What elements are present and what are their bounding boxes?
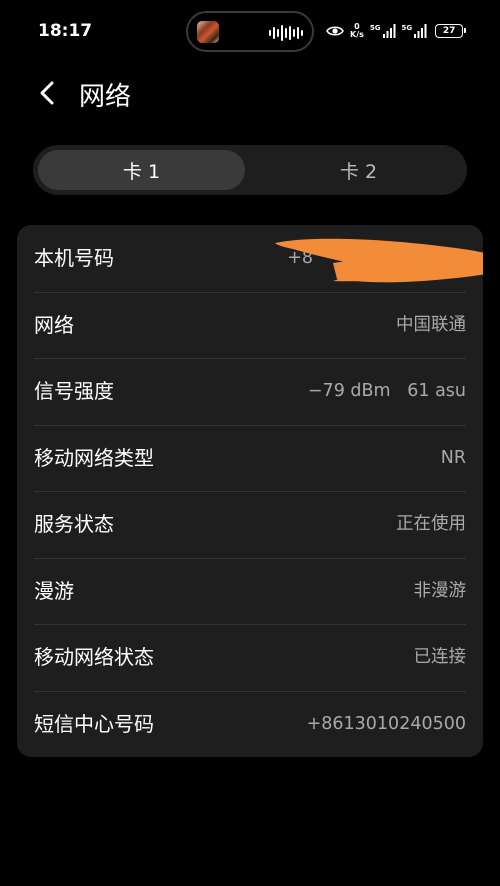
- sim-tab-switcher: 卡 1 卡 2: [33, 145, 467, 195]
- network-info-screen: 18:17 0 K/s 5G 5G 27 网络 卡 1 卡 2 本机号码 +8 …: [0, 0, 500, 886]
- data-connection-label: 移动网络状态: [34, 645, 154, 669]
- network-speed: 0 K/s: [350, 23, 364, 39]
- network-operator-row: 网络 中国联通: [17, 291, 483, 359]
- roaming-value: 非漫游: [413, 580, 467, 601]
- battery-icon: 27: [435, 24, 467, 38]
- signal-strength-value: −79 dBm 61 asu: [307, 381, 466, 401]
- signal-bars-icon: [414, 24, 427, 38]
- tab-sim-1[interactable]: 卡 1: [38, 150, 245, 190]
- sim2-network-type: 5G: [401, 24, 413, 32]
- sim1-network-type: 5G: [369, 24, 381, 32]
- data-connection-row: 移动网络状态 已连接: [17, 624, 483, 691]
- tab-sim-2[interactable]: 卡 2: [255, 150, 462, 190]
- status-icons: 0 K/s 5G 5G 27: [326, 21, 467, 41]
- audio-waveform-icon: [269, 25, 303, 41]
- service-state-value: 正在使用: [396, 514, 466, 534]
- data-connection-value: 已连接: [413, 647, 467, 667]
- phone-number-label: 本机号码: [34, 246, 114, 270]
- network-info-card: 本机号码 +8 网络 中国联通 信号强度 −79 dBm 61 asu 移动网络…: [17, 225, 483, 757]
- service-state-row: 服务状态 正在使用: [17, 491, 483, 558]
- page-title: 网络: [79, 82, 132, 112]
- roaming-row: 漫游 非漫游: [17, 557, 483, 625]
- redaction-scribble: [275, 238, 483, 283]
- dynamic-island-media[interactable]: [186, 11, 314, 52]
- signal-strength-label: 信号强度: [34, 379, 114, 403]
- album-art-thumbnail: [197, 21, 219, 43]
- phone-number-row: 本机号码 +8: [17, 225, 483, 292]
- roaming-label: 漫游: [34, 578, 74, 603]
- back-arrow-icon[interactable]: [36, 80, 60, 106]
- sms-center-row: 短信中心号码 +8613010240500: [17, 690, 483, 758]
- sms-center-value: +8613010240500: [306, 713, 466, 734]
- network-type-row: 移动网络类型 NR: [17, 424, 483, 492]
- signal-bars-icon: [382, 24, 396, 38]
- network-speed-unit: K/s: [350, 30, 364, 39]
- sms-center-label: 短信中心号码: [34, 711, 154, 736]
- network-operator-value: 中国联通: [396, 314, 466, 335]
- service-state-label: 服务状态: [34, 512, 114, 536]
- sim1-signal: 5G: [370, 24, 396, 38]
- sim2-signal: 5G: [402, 24, 428, 38]
- battery-level: 27: [442, 26, 456, 36]
- network-operator-label: 网络: [34, 312, 74, 337]
- network-type-label: 移动网络类型: [34, 445, 154, 470]
- status-bar: 18:17 0 K/s 5G 5G 27: [0, 0, 500, 62]
- clock: 18:17: [38, 21, 93, 41]
- network-type-value: NR: [440, 447, 466, 468]
- eye-comfort-icon: [326, 26, 344, 36]
- signal-strength-row: 信号强度 −79 dBm 61 asu: [17, 358, 483, 425]
